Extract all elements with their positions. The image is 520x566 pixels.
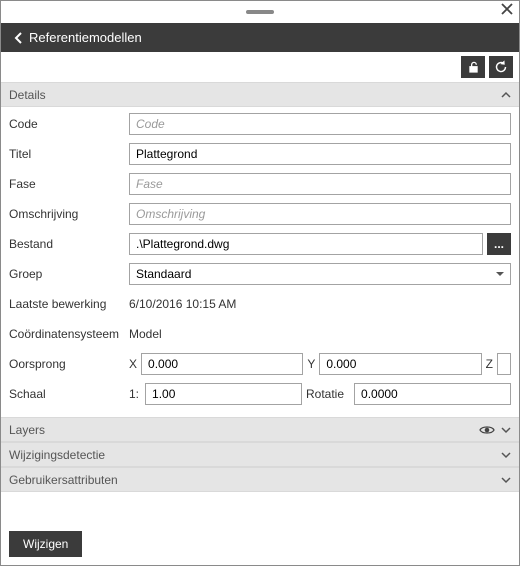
back-button[interactable]: Referentiemodellen — [7, 23, 148, 52]
label-origin: Oorsprong — [9, 357, 129, 371]
label-x: X — [129, 357, 137, 371]
code-input[interactable] — [129, 113, 511, 135]
apply-button[interactable]: Wijzigen — [9, 531, 82, 557]
details-form: Code Titel Fase Omschrijving Bestand ...… — [1, 107, 519, 417]
last-edit-value: 6/10/2016 10:15 AM — [129, 297, 236, 311]
header-bar: Referentiemodellen — [1, 23, 519, 52]
header-title: Referentiemodellen — [29, 30, 142, 45]
chevron-down-icon — [501, 475, 511, 485]
refresh-button[interactable] — [489, 56, 513, 78]
section-layers-label: Layers — [9, 423, 45, 437]
eye-icon[interactable] — [479, 424, 495, 436]
label-last-edit: Laatste bewerking — [9, 297, 129, 311]
scale-input[interactable] — [145, 383, 302, 405]
label-rotation: Rotatie — [306, 387, 350, 401]
origin-z-input[interactable] — [497, 353, 511, 375]
section-changes[interactable]: Wijzigingsdetectie — [1, 442, 519, 467]
unlock-icon — [467, 61, 480, 74]
label-phase: Fase — [9, 177, 129, 191]
unlock-button[interactable] — [461, 56, 485, 78]
section-details[interactable]: Details — [1, 82, 519, 107]
label-code: Code — [9, 117, 129, 131]
refresh-icon — [494, 60, 508, 74]
label-group: Groep — [9, 267, 129, 281]
scale-prefix: 1: — [129, 387, 141, 401]
close-icon[interactable] — [501, 3, 513, 15]
label-coord-sys: Coördinatensysteem — [9, 327, 129, 341]
phase-input[interactable] — [129, 173, 511, 195]
label-z: Z — [486, 357, 493, 371]
label-description: Omschrijving — [9, 207, 129, 221]
group-select[interactable] — [129, 263, 511, 285]
section-changes-label: Wijzigingsdetectie — [9, 448, 105, 462]
toolbar — [1, 52, 519, 82]
dialog-window: Referentiemodellen Details Code T — [0, 0, 520, 566]
title-input[interactable] — [129, 143, 511, 165]
rotation-input[interactable] — [354, 383, 511, 405]
label-file: Bestand — [9, 237, 129, 251]
chevron-down-icon — [501, 450, 511, 460]
label-title: Titel — [9, 147, 129, 161]
section-userattrs-label: Gebruikersattributen — [9, 473, 118, 487]
coord-sys-value: Model — [129, 327, 162, 341]
chevron-down-icon — [501, 425, 511, 435]
titlebar[interactable] — [1, 1, 519, 23]
footer: Wijzigen — [1, 523, 519, 565]
origin-y-input[interactable] — [319, 353, 481, 375]
drag-grip-icon — [246, 10, 274, 14]
label-scale: Schaal — [9, 387, 129, 401]
file-input[interactable] — [129, 233, 483, 255]
section-userattrs[interactable]: Gebruikersattributen — [1, 467, 519, 492]
origin-x-input[interactable] — [141, 353, 303, 375]
chevron-up-icon — [501, 90, 511, 100]
description-input[interactable] — [129, 203, 511, 225]
section-layers[interactable]: Layers — [1, 417, 519, 442]
section-details-label: Details — [9, 88, 46, 102]
chevron-left-icon — [13, 32, 25, 44]
browse-button[interactable]: ... — [487, 233, 511, 255]
label-y: Y — [307, 357, 315, 371]
